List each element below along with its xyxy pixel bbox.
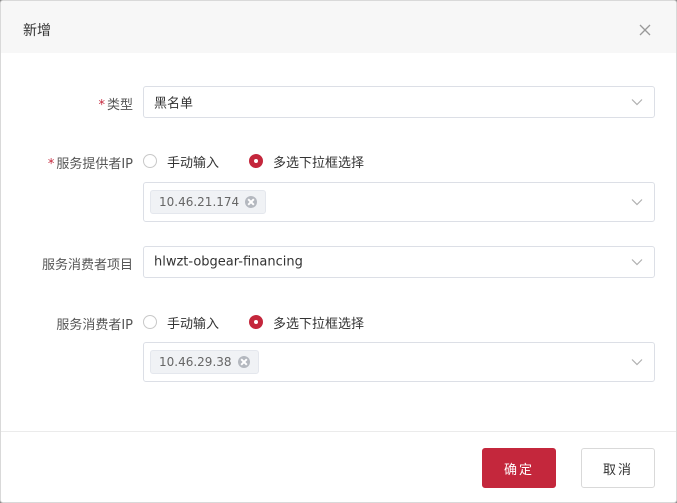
- tag-remove-icon[interactable]: [237, 356, 250, 368]
- close-icon[interactable]: [637, 22, 653, 38]
- dialog-title: 新增: [23, 23, 51, 39]
- consumer-ip-radio-manual[interactable]: 手动输入: [143, 313, 219, 332]
- provider-ip-label-text: 服务提供者IP: [56, 157, 133, 172]
- radio-label: 手动输入: [167, 155, 220, 171]
- type-select-value: 黑名单: [154, 96, 194, 112]
- required-mark: *: [47, 157, 55, 172]
- consumer-project-label-text: 服务消费者项目: [41, 258, 133, 273]
- consumer-ip-radio-dropdown[interactable]: 多选下拉框选择: [249, 313, 364, 332]
- radio-unchecked-icon: [143, 154, 157, 168]
- required-mark: *: [98, 98, 105, 113]
- ip-tag: 10.46.29.38: [150, 350, 259, 374]
- provider-ip-label: * 服务提供者IP: [1, 153, 133, 172]
- provider-ip-mode-radio-group: 手动输入 多选下拉框选择: [143, 152, 394, 171]
- consumer-project-select[interactable]: hlwzt-obgear-financing: [143, 246, 655, 278]
- provider-ip-radio-manual[interactable]: 手动输入: [143, 152, 219, 171]
- add-dialog: 新增 * 类型 黑名单 * 服务提供者IP 手动输入 多选下拉框选择 10.46.2…: [0, 0, 677, 503]
- ip-tag-text: 10.46.29.38: [159, 355, 232, 369]
- consumer-project-label: 服务消费者项目: [1, 254, 133, 273]
- type-label: * 类型: [1, 94, 133, 113]
- provider-ip-multiselect[interactable]: 10.46.21.174: [143, 182, 655, 222]
- radio-checked-icon: [249, 154, 264, 168]
- radio-unchecked-icon: [143, 315, 157, 329]
- provider-ip-radio-dropdown[interactable]: 多选下拉框选择: [249, 152, 364, 171]
- confirm-button[interactable]: 确定: [482, 448, 556, 488]
- tag-remove-icon[interactable]: [245, 196, 258, 208]
- cancel-button[interactable]: 取消: [581, 448, 655, 488]
- type-select[interactable]: 黑名单: [143, 86, 655, 118]
- radio-checked-icon: [249, 315, 264, 329]
- chevron-down-icon: [631, 259, 643, 266]
- ip-tag-text: 10.46.21.174: [159, 195, 240, 209]
- footer-divider: [1, 431, 676, 432]
- type-label-text: 类型: [106, 98, 133, 113]
- dialog-header: 新增: [1, 1, 676, 53]
- radio-label: 多选下拉框选择: [273, 155, 365, 171]
- consumer-ip-mode-radio-group: 手动输入 多选下拉框选择: [143, 313, 394, 332]
- radio-label: 手动输入: [167, 316, 220, 332]
- chevron-down-icon: [631, 359, 643, 366]
- consumer-project-select-value: hlwzt-obgear-financing: [154, 254, 303, 270]
- consumer-ip-label: 服务消费者IP: [1, 314, 133, 333]
- radio-label: 多选下拉框选择: [273, 316, 365, 332]
- chevron-down-icon: [631, 99, 643, 106]
- consumer-ip-label-text: 服务消费者IP: [56, 318, 133, 333]
- ip-tag: 10.46.21.174: [150, 190, 267, 214]
- consumer-ip-multiselect[interactable]: 10.46.29.38: [143, 342, 655, 382]
- chevron-down-icon: [631, 199, 643, 206]
